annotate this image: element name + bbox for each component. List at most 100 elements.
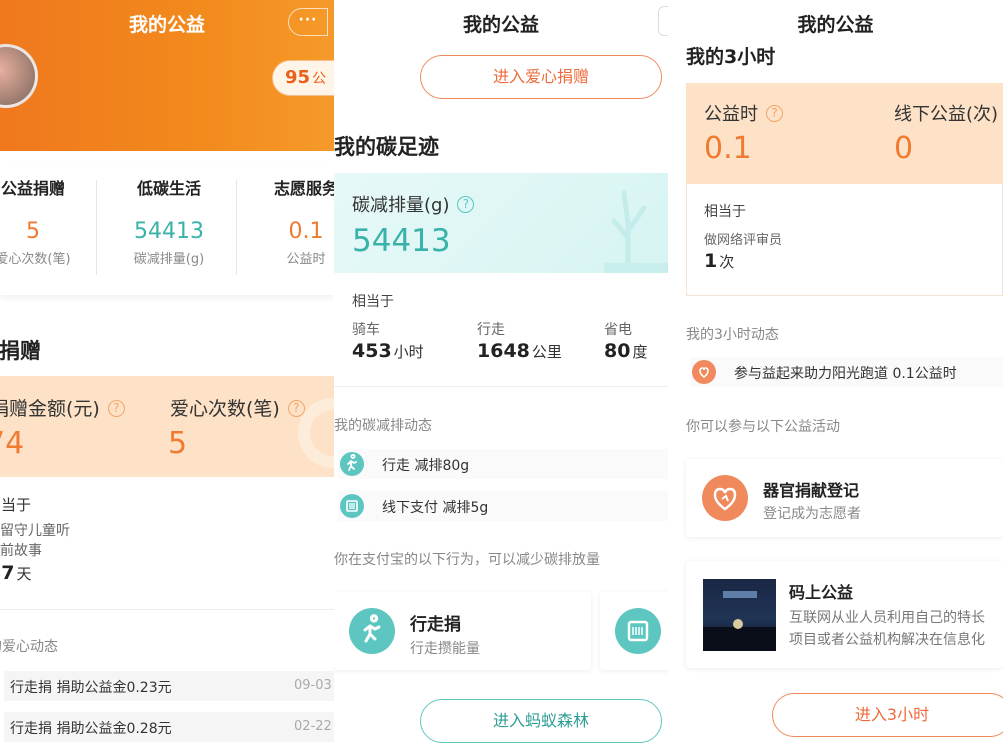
- enter-donation-button[interactable]: 进入爱心捐赠: [420, 55, 662, 99]
- enter-ant-forest-button[interactable]: 进入蚂蚁森林: [420, 699, 662, 743]
- activity-text: 行走 减排80g: [382, 458, 470, 474]
- panel-carbon-footprint: 我的公益 进入爱心捐赠 我的碳足迹 碳减排量(g)? 54413 相当于 骑车 …: [334, 0, 668, 752]
- count-value: 5: [168, 426, 188, 461]
- hours-label: 公益时?: [704, 100, 783, 126]
- help-icon[interactable]: ?: [457, 196, 475, 213]
- walking-icon: [349, 608, 395, 654]
- enter-three-hours-button[interactable]: 进入3小时: [772, 693, 1003, 737]
- list-item[interactable]: 行走捐 捐助公益金0.28元 02-22: [4, 712, 334, 742]
- stat-donation[interactable]: 公益捐赠 5 爱心次数(笔): [0, 175, 88, 267]
- stat-low-carbon[interactable]: 低碳生活 54413 碳减排量(g): [114, 175, 224, 267]
- list-item[interactable]: 行走 减排80g: [338, 449, 668, 479]
- volunteer-hours-card: 公益时? 0.1 线下公益(次) 0: [686, 83, 1003, 184]
- card-subtitle: 行走攒能量: [410, 641, 480, 657]
- amount-value: 74: [0, 426, 25, 461]
- section-title-donation: 的捐赠: [0, 339, 41, 363]
- equiv-label: 相当于: [0, 496, 32, 514]
- walking-donation-card[interactable]: 行走捐 行走攒能量: [334, 592, 591, 670]
- equiv-days: 37天: [0, 562, 32, 584]
- hint-text: 你在支付宝的以下行为，可以减少碳排放量: [334, 552, 600, 568]
- code-charity-card[interactable]: 码上公益 互联网从业人员利用自己的特长 项目或者公益机构解决在信息化: [686, 561, 1003, 668]
- badge-label: 公: [312, 71, 327, 87]
- stat-sub: 公益时: [286, 252, 326, 267]
- activity-text: 行走捐 捐助公益金0.23元: [10, 680, 172, 696]
- card-title: 码上公益: [789, 583, 854, 602]
- count-label: 爱心次数(笔)?: [170, 394, 305, 421]
- equiv-count: 1次: [704, 250, 735, 272]
- carbon-label: 碳减排量(g)?: [352, 191, 475, 217]
- stats-summary: 公益捐赠 5 爱心次数(笔) 低碳生活 54413 碳减排量(g) 志愿服务 0…: [0, 165, 334, 295]
- payment-terminal-icon: [340, 494, 364, 518]
- help-icon[interactable]: ?: [107, 400, 125, 417]
- equiv-cycling-label: 骑车: [352, 322, 380, 338]
- hours-value: 0.1: [704, 131, 752, 166]
- help-icon[interactable]: ?: [766, 105, 783, 122]
- equiv-panel: 相当于 做网络评审员 1次: [686, 184, 1003, 296]
- heart-hand-icon: [692, 360, 716, 384]
- walking-icon: [340, 452, 364, 476]
- activity-title: 我的爱心动态: [0, 639, 58, 655]
- stat-label: 志愿服务: [273, 179, 334, 198]
- avatar[interactable]: [0, 44, 38, 108]
- divider: [96, 180, 97, 275]
- organ-donation-card[interactable]: 器官捐献登记 登记成为志愿者: [686, 459, 1003, 537]
- panel-my-charity-overview: 我的公益 ··· 95 公 公益捐赠 5 爱心次数(笔) 低碳生活 54413 碳…: [0, 0, 334, 752]
- more-options-button[interactable]: ···: [288, 8, 328, 36]
- panel-three-hours: 我的公益 我的3小时 公益时? 0.1 线下公益(次) 0 相当于 做网络评审员…: [668, 0, 1003, 752]
- offline-payment-card[interactable]: [600, 592, 668, 670]
- equiv-walking-value: 1648 公里: [477, 340, 562, 362]
- equiv-label: 相当于: [704, 204, 746, 220]
- hint-text: 你可以参与以下公益活动: [686, 419, 840, 435]
- equiv-desc-line2: 睡前故事: [0, 543, 42, 559]
- divider: [0, 609, 334, 610]
- profile-header: 我的公益 ··· 95 公: [0, 0, 334, 151]
- list-item[interactable]: 行走捐 捐助公益金0.23元 09-03: [4, 671, 334, 701]
- stat-label: 低碳生活: [136, 179, 201, 198]
- list-item[interactable]: 线下支付 减排5g: [338, 491, 668, 521]
- event-photo: [703, 579, 776, 651]
- carbon-value: 54413: [352, 223, 451, 259]
- payment-terminal-icon: [615, 608, 661, 654]
- equiv-walking-label: 行走: [477, 322, 505, 338]
- tree-illustration-icon: [604, 190, 668, 273]
- stat-label: 公益捐赠: [0, 179, 65, 198]
- amount-label: 捐赠金额(元)?: [0, 394, 125, 421]
- card-desc-line2: 项目或者公益机构解决在信息化: [789, 632, 985, 648]
- activity-date: 09-03: [294, 678, 332, 693]
- card-title: 行走捐: [410, 615, 461, 635]
- activity-title: 我的3小时动态: [686, 327, 779, 343]
- stat-sub: 碳减排量(g): [133, 252, 205, 267]
- equiv-desc: 做网络评审员: [704, 233, 783, 248]
- activity-text: 线下支付 减排5g: [382, 500, 489, 516]
- charity-level-badge[interactable]: 95 公: [272, 60, 334, 96]
- page-title: 我的公益: [797, 14, 874, 36]
- divider: [236, 180, 237, 275]
- divider: [334, 386, 668, 387]
- card-title: 器官捐献登记: [763, 481, 860, 500]
- stat-value: 0.1: [288, 219, 324, 244]
- more-options-button[interactable]: [658, 6, 668, 36]
- donation-summary-card: 捐赠金额(元)? 74 爱心次数(笔)? 5: [0, 376, 334, 477]
- page-title: 我的公益: [128, 14, 205, 36]
- list-item[interactable]: 参与益起来助力阳光跑道 0.1公益时: [690, 357, 1003, 387]
- offline-label: 线下公益(次): [894, 104, 999, 125]
- activity-date: 02-22: [294, 719, 332, 734]
- badge-number: 95: [285, 67, 311, 88]
- section-title-carbon: 我的碳足迹: [334, 135, 439, 159]
- heart-hand-icon: [702, 475, 748, 521]
- carbon-summary-card: 碳减排量(g)? 54413: [334, 173, 668, 273]
- stat-value: 5: [26, 219, 40, 244]
- equiv-cycling-value: 453 小时: [352, 340, 424, 362]
- stat-sub: 爱心次数(笔): [0, 252, 71, 267]
- activity-text: 行走捐 捐助公益金0.28元: [10, 721, 172, 737]
- offline-value: 0: [894, 131, 914, 166]
- stat-value: 54413: [134, 219, 204, 244]
- card-subtitle: 登记成为志愿者: [763, 506, 861, 522]
- activity-text: 参与益起来助力阳光跑道 0.1公益时: [734, 366, 957, 382]
- activity-title: 我的碳减排动态: [334, 418, 432, 434]
- equiv-desc-line1: 为留守儿童听: [0, 523, 70, 539]
- section-title-three-hours: 我的3小时: [686, 46, 776, 68]
- stat-volunteer[interactable]: 志愿服务 0.1 公益时: [251, 175, 334, 267]
- equiv-label: 相当于: [352, 294, 394, 310]
- page-title: 我的公益: [462, 14, 539, 36]
